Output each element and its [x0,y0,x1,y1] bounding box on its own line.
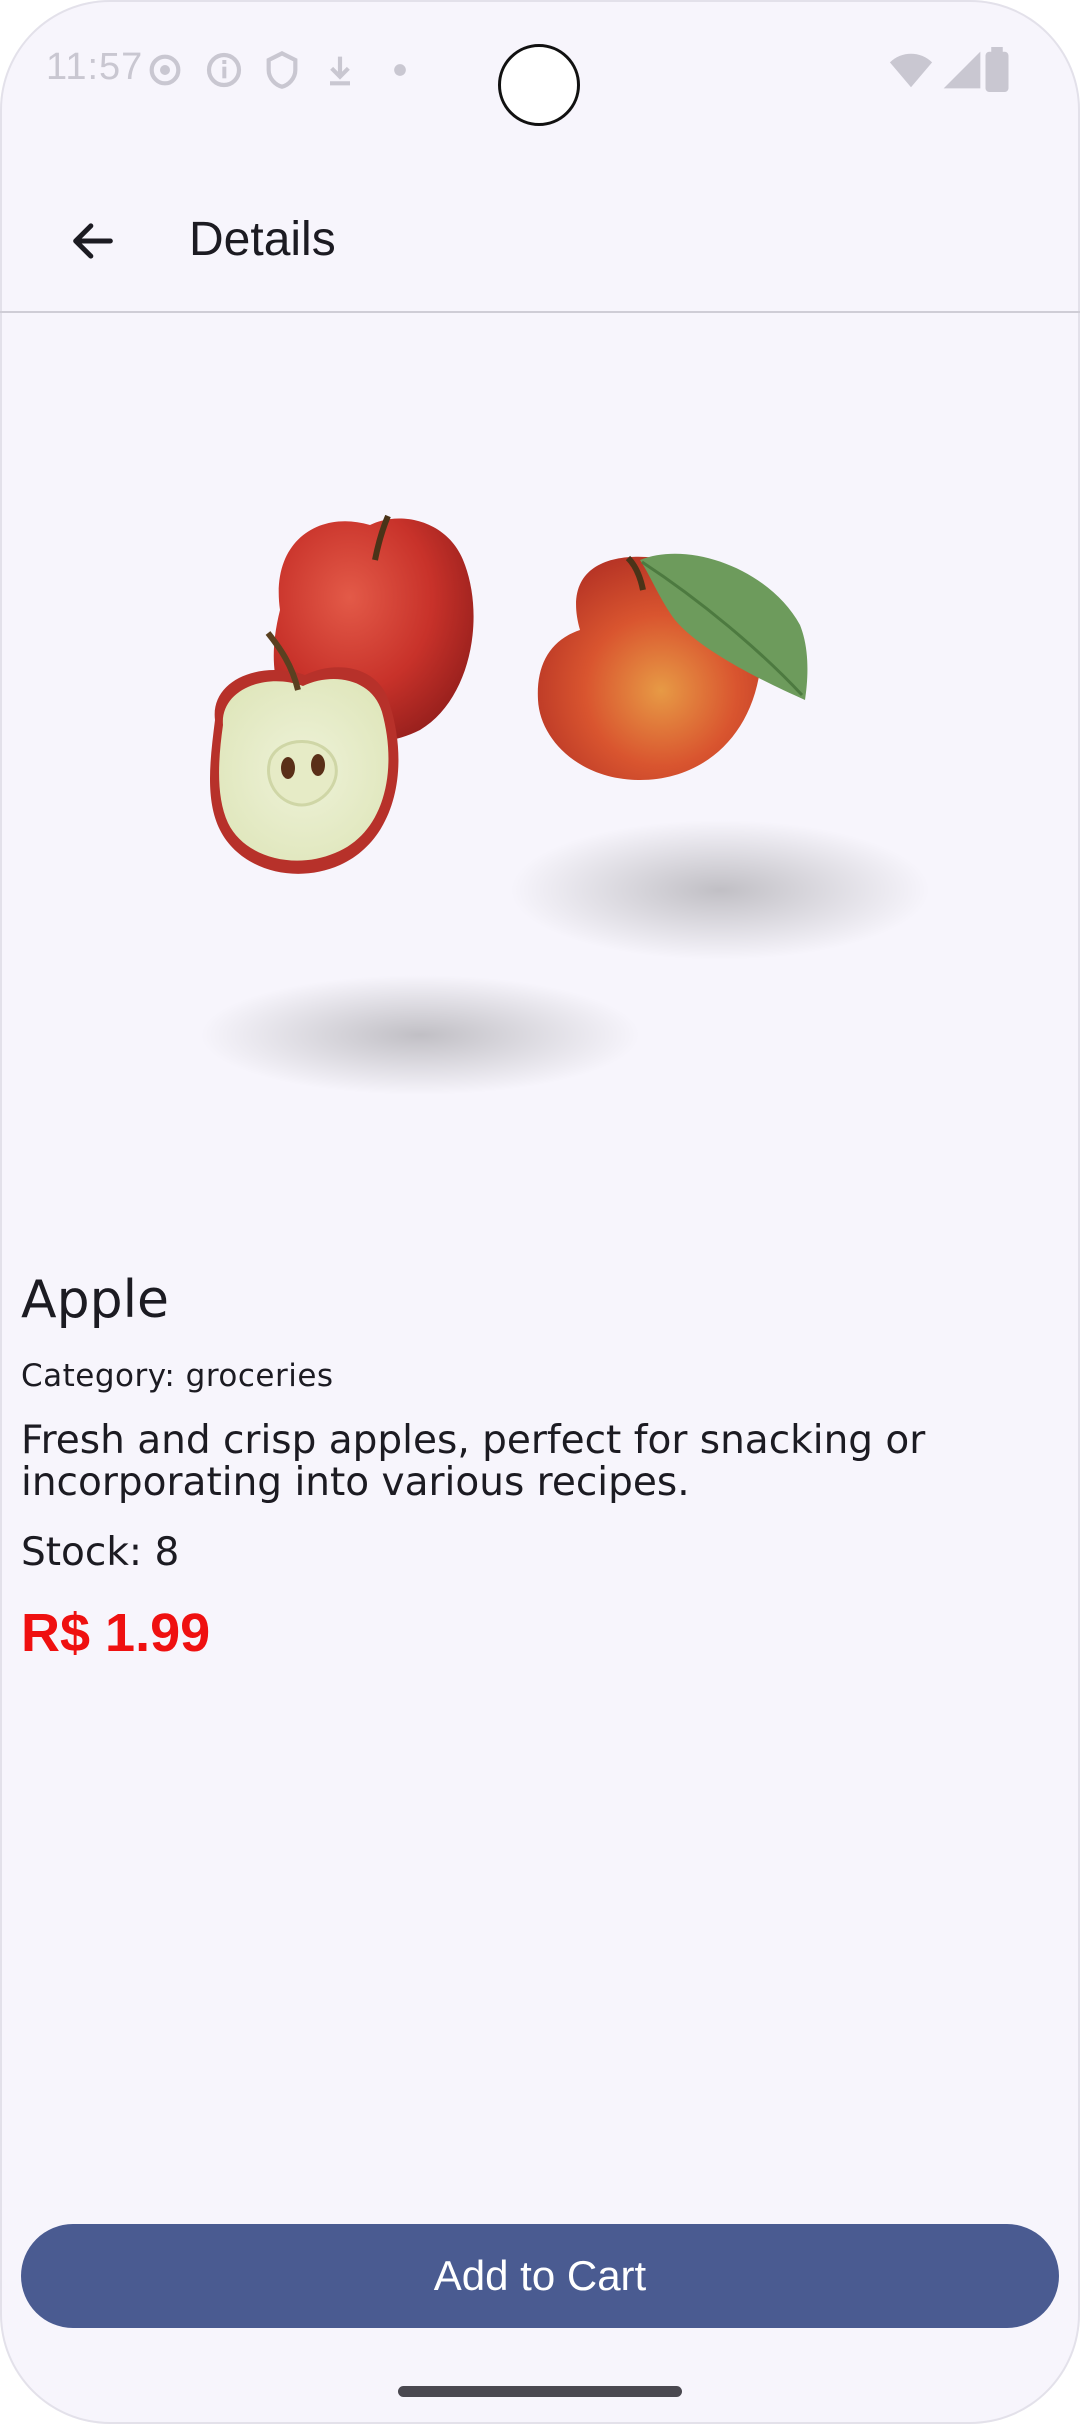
product-name: Apple [21,1270,170,1330]
shield-icon [266,51,298,89]
arrow-back-icon [73,223,113,259]
home-indicator[interactable] [398,2386,682,2397]
status-time: 11:57 [46,46,144,88]
product-price: R$ 1.99 [21,1603,211,1663]
product-image [200,514,930,1095]
dot-icon [394,64,406,76]
product-stock: Stock: 8 [21,1530,180,1575]
info-icon [206,52,242,88]
wifi-icon [889,53,933,88]
signal-icon [943,51,981,89]
app-screen: 11:57 Details Apple Category: groceries … [0,0,1080,2424]
page-title: Details [189,213,336,266]
settings-icon [149,54,181,86]
download-icon [330,56,350,86]
add-to-cart-label: Add to Cart [433,2252,647,2299]
top-app-bar: Details [0,170,1080,312]
battery-icon [985,47,1009,93]
product-description: Fresh and crisp apples, perfect for snac… [21,1418,926,1505]
status-bar: 11:57 [0,0,1080,140]
app-bar-divider [0,311,1080,313]
product-category: Category: groceries [21,1358,334,1394]
camera-cutout [498,44,580,126]
back-button[interactable] [50,198,136,284]
add-to-cart-button[interactable]: Add to Cart [21,2224,1059,2328]
